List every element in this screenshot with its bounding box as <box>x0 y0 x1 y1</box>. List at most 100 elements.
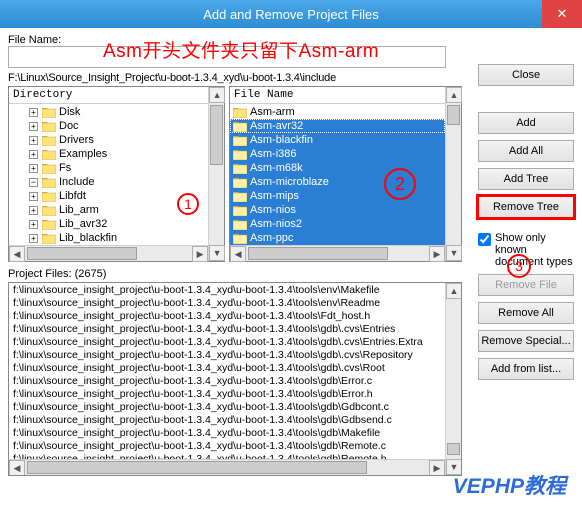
file-label: Asm-mips <box>250 190 299 202</box>
folder-icon <box>42 205 56 216</box>
folder-icon <box>233 177 247 188</box>
project-file-row[interactable]: f:\linux\source_insight_project\u-boot-1… <box>9 284 445 297</box>
titlebar: Add and Remove Project Files ✕ <box>0 0 582 28</box>
folder-icon <box>42 163 56 174</box>
file-label: Asm-blackfin <box>250 134 313 146</box>
expand-icon[interactable]: + <box>29 234 38 243</box>
expand-icon[interactable]: + <box>29 164 38 173</box>
filename-scrollbar-h[interactable]: ◀ ▶ <box>230 245 445 261</box>
folder-icon <box>233 205 247 216</box>
folder-icon <box>42 233 56 244</box>
file-label: Asm-arm <box>250 106 295 118</box>
directory-item[interactable]: + Drivers <box>9 133 208 147</box>
project-file-row[interactable]: f:\linux\source_insight_project\u-boot-1… <box>9 401 445 414</box>
directory-item[interactable]: +Lib_blackfin <box>9 231 208 245</box>
file-item[interactable]: Asm-nios <box>230 203 445 217</box>
expand-icon[interactable]: + <box>29 136 38 145</box>
folder-icon <box>42 219 56 230</box>
file-item[interactable]: Asm-microblaze <box>230 175 445 189</box>
file-item[interactable]: Asm-i386 <box>230 147 445 161</box>
directory-label: Lib_avr32 <box>59 218 107 230</box>
directory-item[interactable]: + Libfdt <box>9 189 208 203</box>
project-file-row[interactable]: f:\linux\source_insight_project\u-boot-1… <box>9 323 445 336</box>
remove-tree-button[interactable]: Remove Tree <box>478 196 574 218</box>
remove-file-button[interactable]: Remove File <box>478 274 574 296</box>
add-tree-button[interactable]: Add Tree <box>478 168 574 190</box>
filename-pane: File Name Asm-arm Asm-avr32 Asm-blackfin As… <box>229 86 462 262</box>
file-label: Asm-nios2 <box>250 218 302 230</box>
folder-icon <box>233 135 247 146</box>
folder-icon <box>42 135 56 146</box>
directory-item[interactable]: + Lib_arm <box>9 203 208 217</box>
directory-pane: Directory +Disk+Doc+Drivers+Examples+Fs−… <box>8 86 225 262</box>
expand-icon[interactable]: + <box>29 150 38 159</box>
directory-label: Drivers <box>59 134 94 146</box>
file-label: Asm-microblaze <box>250 176 329 188</box>
folder-icon <box>233 191 247 202</box>
collapse-icon[interactable]: − <box>29 178 38 187</box>
directory-item[interactable]: +Doc <box>9 119 208 133</box>
folder-icon <box>233 233 247 244</box>
directory-item[interactable]: +Examples <box>9 147 208 161</box>
folder-icon <box>42 177 56 188</box>
folder-icon <box>233 121 247 132</box>
add-from-list-button[interactable]: Add from list... <box>478 358 574 380</box>
project-file-row[interactable]: f:\linux\source_insight_project\u-boot-1… <box>9 414 445 427</box>
filename-header: File Name <box>230 87 461 104</box>
project-file-row[interactable]: f:\linux\source_insight_project\u-boot-1… <box>9 440 445 453</box>
project-file-row[interactable]: f:\linux\source_insight_project\u-boot-1… <box>9 375 445 388</box>
folder-icon <box>42 121 56 132</box>
file-label: Asm-nios <box>250 204 296 216</box>
show-known-types-checkbox[interactable]: Show only known document types <box>478 232 574 268</box>
directory-item[interactable]: + Disk <box>9 105 208 119</box>
close-button[interactable]: Close <box>478 64 574 86</box>
expand-icon[interactable]: + <box>29 108 38 117</box>
file-label: Asm-i386 <box>250 148 296 160</box>
folder-icon <box>233 219 247 230</box>
project-file-row[interactable]: f:\linux\source_insight_project\u-boot-1… <box>9 362 445 375</box>
file-item[interactable]: Asm-nios2 <box>230 217 445 231</box>
window-title: Add and Remove Project Files <box>203 7 379 22</box>
remove-all-button[interactable]: Remove All <box>478 302 574 324</box>
directory-label: Include <box>59 176 94 188</box>
expand-icon[interactable]: + <box>29 206 38 215</box>
filename-scrollbar-v[interactable]: ▲ ▼ <box>445 87 461 261</box>
project-files-list[interactable]: f:\linux\source_insight_project\u-boot-1… <box>8 282 462 476</box>
project-file-row[interactable]: f:\linux\source_insight_project\u-boot-1… <box>9 427 445 440</box>
project-file-row[interactable]: f:\linux\source_insight_project\u-boot-1… <box>9 388 445 401</box>
directory-label: Disk <box>59 106 80 118</box>
directory-scrollbar-h[interactable]: ◀ ▶ <box>9 245 208 261</box>
directory-label: Lib_arm <box>59 204 99 216</box>
project-file-row[interactable]: f:\linux\source_insight_project\u-boot-1… <box>9 297 445 310</box>
file-item[interactable]: Asm-mips <box>230 189 445 203</box>
directory-item[interactable]: +Fs <box>9 161 208 175</box>
directory-item[interactable]: − Include <box>9 175 208 189</box>
file-label: Asm-avr32 <box>250 120 303 132</box>
expand-icon[interactable]: + <box>29 220 38 229</box>
add-all-button[interactable]: Add All <box>478 140 574 162</box>
project-file-row[interactable]: f:\linux\source_insight_project\u-boot-1… <box>9 336 445 349</box>
folder-icon <box>42 149 56 160</box>
directory-header: Directory <box>9 87 224 104</box>
expand-icon[interactable]: + <box>29 122 38 131</box>
projfiles-scrollbar-h[interactable]: ◀ ▶ <box>9 459 445 475</box>
file-item[interactable]: Asm-m68k <box>230 161 445 175</box>
file-item[interactable]: Asm-ppc <box>230 231 445 245</box>
directory-label: Libfdt <box>59 190 86 202</box>
file-item[interactable]: Asm-avr32 <box>230 119 445 133</box>
close-icon[interactable]: ✕ <box>542 0 582 28</box>
project-file-row[interactable]: f:\linux\source_insight_project\u-boot-1… <box>9 349 445 362</box>
directory-item[interactable]: + Lib_avr32 <box>9 217 208 231</box>
filename-input[interactable] <box>8 46 446 68</box>
expand-icon[interactable]: + <box>29 192 38 201</box>
folder-icon <box>42 191 56 202</box>
file-item[interactable]: Asm-blackfin <box>230 133 445 147</box>
file-item[interactable]: Asm-arm <box>230 105 445 119</box>
add-button[interactable]: Add <box>478 112 574 134</box>
file-label: Asm-m68k <box>250 162 303 174</box>
projfiles-scrollbar-v[interactable]: ▲ ▼ <box>445 283 461 475</box>
remove-special-button[interactable]: Remove Special... <box>478 330 574 352</box>
folder-icon <box>42 107 56 118</box>
project-file-row[interactable]: f:\linux\source_insight_project\u-boot-1… <box>9 310 445 323</box>
directory-scrollbar-v[interactable]: ▲ ▼ <box>208 87 224 261</box>
